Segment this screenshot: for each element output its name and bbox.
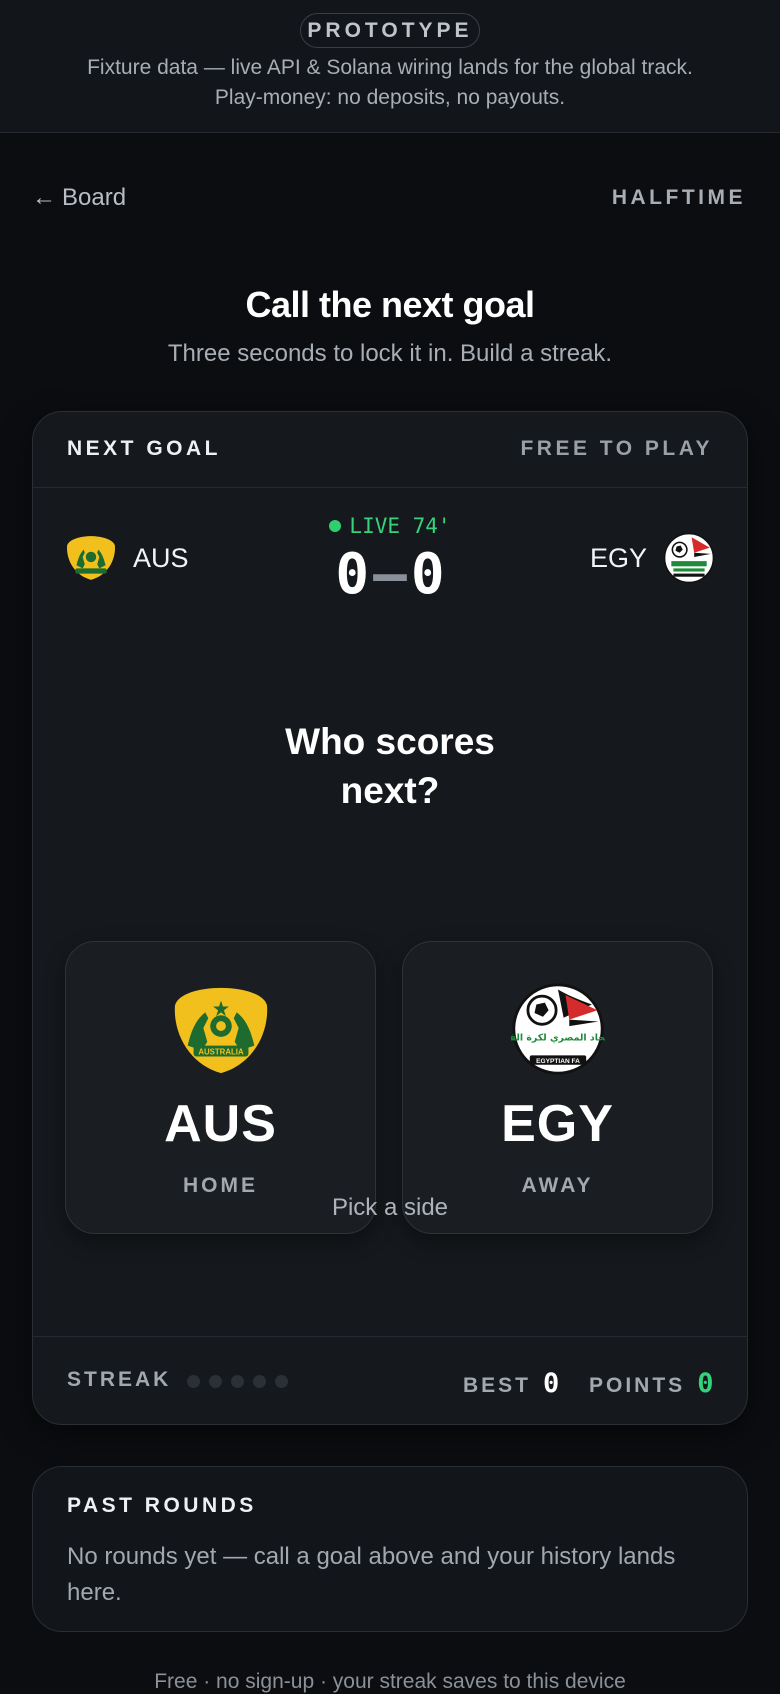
next-goal-card: NEXT GOAL FREE TO PLAY AUS EGY LIVE 74' [32, 411, 748, 1425]
page-title: Call the next goal [245, 284, 535, 325]
streak-bar: STREAK BEST 0 POINTS 0 [33, 1336, 747, 1424]
streak-dot [231, 1375, 244, 1388]
best-stat: BEST 0 [463, 1368, 559, 1399]
live-indicator: LIVE 74' [33, 514, 747, 538]
banner-line-1: Fixture data — live API & Solana wiring … [87, 56, 693, 79]
pick-away-button[interactable]: الاتحاد المصري لكرة القدم EGYPTIAN FA EG… [402, 941, 713, 1234]
live-dot-icon [329, 520, 342, 532]
live-minute: LIVE 74' [349, 514, 451, 538]
question-line-1: Who scores [285, 721, 495, 762]
egypt-crest-icon: الاتحاد المصري لكرة القدم EGYPTIAN FA [511, 983, 605, 1075]
scoreboard: 0–0 [33, 542, 747, 607]
australia-crest-text: AUSTRALIA [198, 1048, 244, 1057]
australia-crest-icon: AUSTRALIA [174, 987, 268, 1074]
egypt-crest-text: EGYPTIAN FA [536, 1058, 580, 1065]
card-header: NEXT GOAL FREE TO PLAY [33, 412, 747, 488]
streak-dot [253, 1375, 266, 1388]
egypt-crest-arabic: الاتحاد المصري لكرة القدم [511, 1032, 605, 1043]
pick-away-code: EGY [501, 1095, 614, 1153]
question-line-2: next? [340, 770, 440, 811]
streak-dots [187, 1375, 288, 1388]
who-scores-question: Who scores next? [33, 717, 747, 815]
points-stat: POINTS 0 [589, 1368, 713, 1399]
pick-home-button[interactable]: AUSTRALIA AUS HOME [65, 941, 376, 1234]
pick-home-code: AUS [164, 1095, 277, 1153]
prototype-pill: PROTOTYPE [300, 13, 480, 48]
page-subtitle: Three seconds to lock it in. Build a str… [167, 340, 613, 367]
points-value: 0 [697, 1368, 714, 1399]
past-rounds-title: PAST ROUNDS [67, 1494, 257, 1517]
best-value: 0 [543, 1368, 560, 1399]
home-score: 0 [335, 542, 370, 607]
points-label: POINTS [589, 1374, 686, 1397]
back-arrow-icon: ← [32, 184, 56, 211]
best-label: BEST [463, 1374, 532, 1397]
score-separator: – [373, 542, 407, 607]
pick-a-side-hint: Pick a side [331, 1194, 449, 1221]
card-header-title: NEXT GOAL [67, 437, 222, 460]
past-rounds-empty-text: No rounds yet — call a goal above and yo… [67, 1543, 676, 1606]
away-score: 0 [410, 542, 445, 607]
back-to-board-link[interactable]: ← Board [32, 184, 126, 212]
free-to-play-label: FREE TO PLAY [520, 437, 713, 460]
streak-dot [187, 1375, 200, 1388]
banner-line-2: Play-money: no deposits, no payouts. [214, 86, 566, 109]
prototype-banner: PROTOTYPE Fixture data — live API & Sola… [0, 0, 780, 133]
past-rounds-panel: PAST ROUNDS No rounds yet — call a goal … [32, 1466, 748, 1632]
match-phase-label: HALFTIME [611, 186, 746, 209]
footer-note: Free · no sign-up · your streak saves to… [154, 1670, 626, 1693]
streak-label: STREAK [67, 1368, 172, 1391]
streak-dot [275, 1375, 288, 1388]
back-label: Board [62, 184, 127, 211]
streak-dot [209, 1375, 222, 1388]
